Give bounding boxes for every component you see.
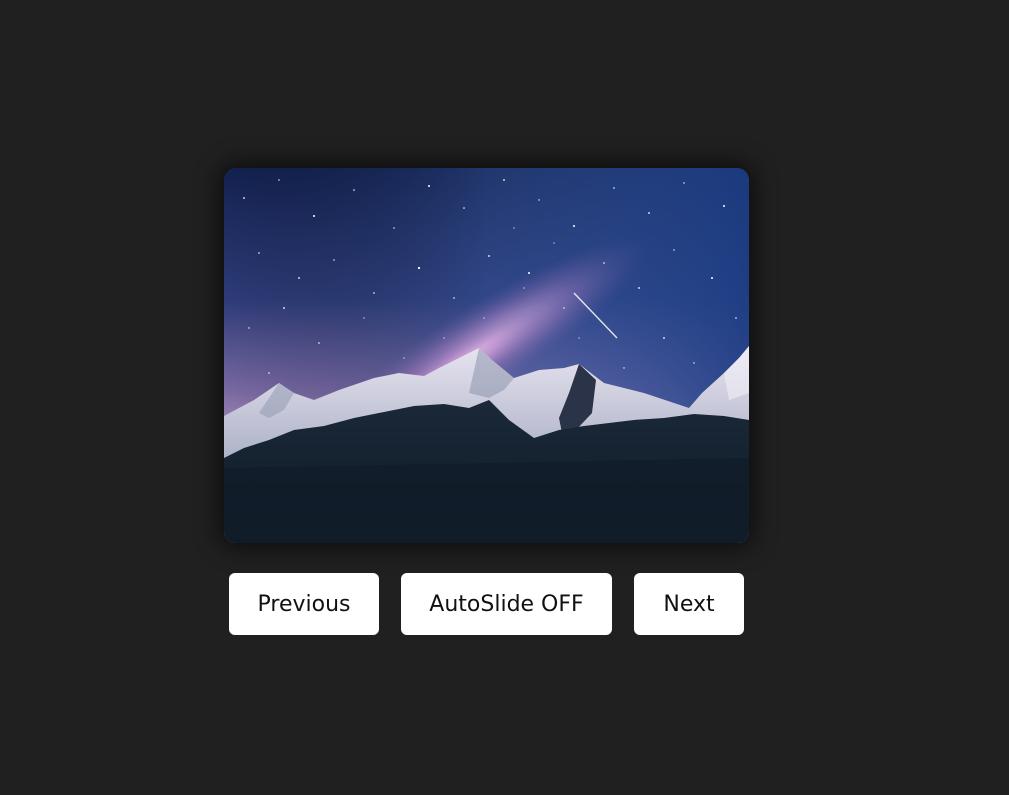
previous-button[interactable]: Previous bbox=[229, 573, 379, 635]
slideshow-controls: Previous AutoSlide OFF Next bbox=[0, 573, 1009, 635]
slideshow-page: Previous AutoSlide OFF Next bbox=[0, 0, 1009, 795]
slide-image bbox=[224, 168, 749, 543]
slide-image-frame bbox=[224, 168, 749, 543]
next-button[interactable]: Next bbox=[634, 573, 744, 635]
autoslide-toggle-button[interactable]: AutoSlide OFF bbox=[401, 573, 612, 635]
